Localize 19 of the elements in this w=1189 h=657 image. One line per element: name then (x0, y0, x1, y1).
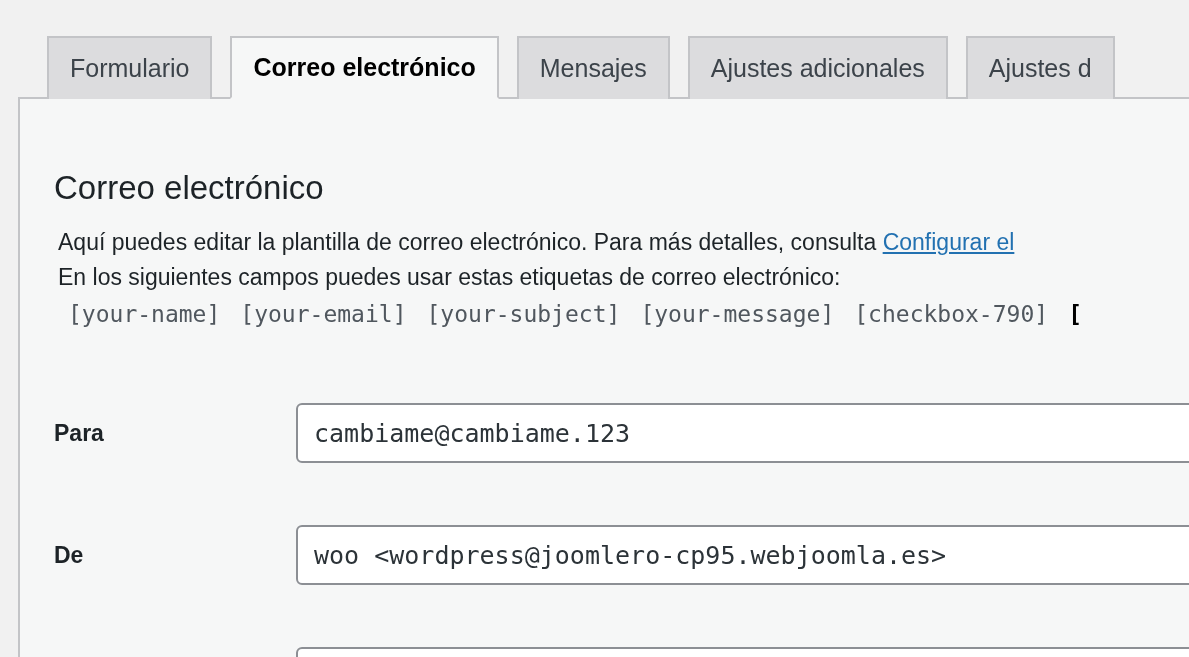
mail-tag: [your-email] (240, 301, 407, 327)
tab[interactable]: Ajustes d (965, 36, 1115, 99)
mail-tag: [your-message] (640, 301, 835, 327)
section-heading: Correo electrónico (54, 169, 324, 207)
mail-tag: [your-subject] (426, 301, 621, 327)
tags-intro-text: En los siguientes campos puedes usar estas etiquetas de correo electrónico: (58, 264, 841, 291)
mail-tag: [checkbox-790] (854, 301, 1049, 327)
tab[interactable]: Formulario (47, 36, 213, 99)
tab[interactable]: Correo electrónico (230, 36, 499, 99)
mail-tag: [ (1068, 301, 1082, 327)
field-label: Para (54, 419, 104, 446)
input-field[interactable]: woo <wordpress@joomlero-cp95.webjoomla.es> (296, 525, 1189, 585)
tab[interactable]: Ajustes adicionales (687, 36, 948, 99)
mail-tag: [your-name] (68, 301, 221, 327)
tab[interactable]: Mensajes (516, 36, 670, 99)
description-text: Aquí puedes editar la plantilla de correo electrónico. Para más detalles, consulta Configurar el (58, 229, 1015, 256)
help-link[interactable]: Configurar el (882, 229, 1015, 255)
field-label: De (54, 541, 84, 568)
input-field[interactable]: cambiame@cambiame.123 (296, 403, 1189, 463)
